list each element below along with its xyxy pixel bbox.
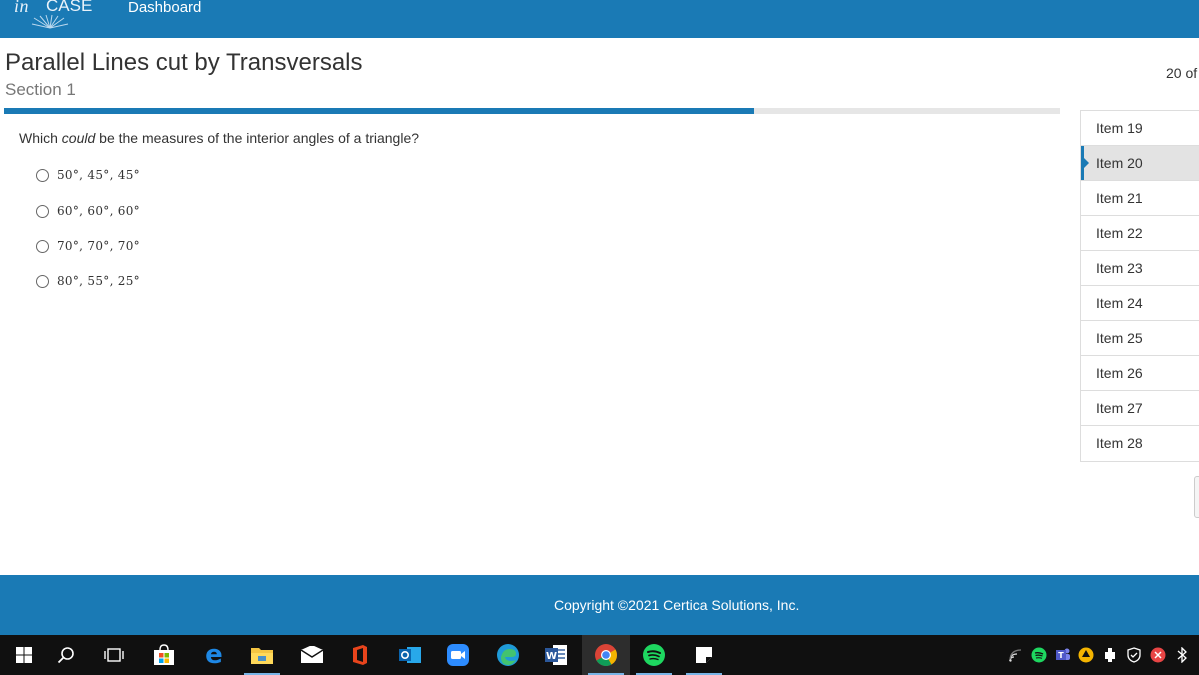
progress-bar-fill (4, 108, 754, 114)
copyright-text: Copyright ©2021 Certica Solutions, Inc. (554, 597, 800, 613)
logo-burst-icon (31, 14, 69, 29)
spotify-icon[interactable] (630, 635, 678, 675)
usb-eject-icon[interactable] (1102, 647, 1118, 663)
svg-text:T: T (1058, 651, 1064, 660)
option-label: 80°, 55°, 25° (57, 274, 140, 288)
network-icon[interactable] (1008, 647, 1024, 663)
antivirus-icon[interactable] (1150, 647, 1166, 663)
spotify-tray-icon[interactable] (1031, 647, 1047, 663)
logo-prefix: in (14, 0, 30, 16)
footer: Copyright ©2021 Certica Solutions, Inc. (0, 575, 1199, 635)
radio-button[interactable] (36, 274, 49, 288)
option-label: 60°, 60°, 60° (57, 204, 140, 218)
dashboard-link[interactable]: Dashboard (128, 0, 201, 16)
answer-option-c[interactable]: 70°, 70°, 70° (36, 239, 140, 253)
search-icon[interactable] (42, 635, 90, 675)
windows-taskbar: e W T (0, 635, 1199, 675)
google-drive-icon[interactable] (1078, 647, 1094, 663)
svg-text:W: W (546, 651, 557, 662)
item-19[interactable]: Item 19 (1081, 111, 1199, 146)
edge-icon[interactable] (484, 635, 532, 675)
answer-option-b[interactable]: 60°, 60°, 60° (36, 204, 140, 218)
item-counter: 20 of (1166, 65, 1198, 81)
item-20[interactable]: Item 20 (1081, 146, 1199, 181)
word-icon[interactable]: W (532, 635, 580, 675)
panel-collapse-tab[interactable] (1194, 476, 1199, 518)
answer-option-d[interactable]: 80°, 55°, 25° (36, 274, 140, 288)
progress-bar (4, 108, 1060, 114)
outlook-icon[interactable] (386, 635, 434, 675)
item-26[interactable]: Item 26 (1081, 356, 1199, 391)
radio-button[interactable] (36, 168, 49, 182)
defender-icon[interactable] (1126, 647, 1142, 663)
question-prefix: Which (19, 130, 62, 146)
question-stem: Which could be the measures of the inter… (19, 130, 419, 146)
chrome-icon[interactable] (582, 635, 630, 675)
mail-icon[interactable] (288, 635, 336, 675)
radio-button[interactable] (36, 204, 49, 218)
page-title: Parallel Lines cut by Transversals (5, 49, 363, 76)
item-28[interactable]: Item 28 (1081, 426, 1199, 461)
question-suffix: be the measures of the interior angles o… (95, 130, 420, 146)
radio-button[interactable] (36, 239, 49, 253)
option-label: 70°, 70°, 70° (57, 239, 140, 253)
incase-logo[interactable]: in CASE (12, 0, 92, 36)
office-icon[interactable] (336, 635, 384, 675)
item-23[interactable]: Item 23 (1081, 251, 1199, 286)
edge-legacy-icon[interactable]: e (190, 635, 238, 675)
item-25[interactable]: Item 25 (1081, 321, 1199, 356)
question-emphasis: could (61, 130, 96, 146)
store-icon[interactable] (140, 635, 188, 675)
zoom-icon[interactable] (434, 635, 482, 675)
item-27[interactable]: Item 27 (1081, 391, 1199, 426)
file-explorer-icon[interactable] (238, 635, 286, 675)
item-22[interactable]: Item 22 (1081, 216, 1199, 251)
item-24[interactable]: Item 24 (1081, 286, 1199, 321)
top-navbar: in CASE Dashboard (0, 0, 1199, 38)
windows-start-icon[interactable] (0, 635, 48, 675)
sticky-notes-icon[interactable] (680, 635, 728, 675)
item-navigation-list: Item 19 Item 20 Item 21 Item 22 Item 23 … (1080, 110, 1199, 462)
teams-icon[interactable]: T (1055, 647, 1071, 663)
option-label: 50°, 45°, 45° (57, 168, 140, 182)
section-title: Section 1 (5, 80, 76, 99)
bluetooth-icon[interactable] (1174, 647, 1190, 663)
item-21[interactable]: Item 21 (1081, 181, 1199, 216)
task-view-icon[interactable] (90, 635, 138, 675)
answer-option-a[interactable]: 50°, 45°, 45° (36, 168, 140, 182)
